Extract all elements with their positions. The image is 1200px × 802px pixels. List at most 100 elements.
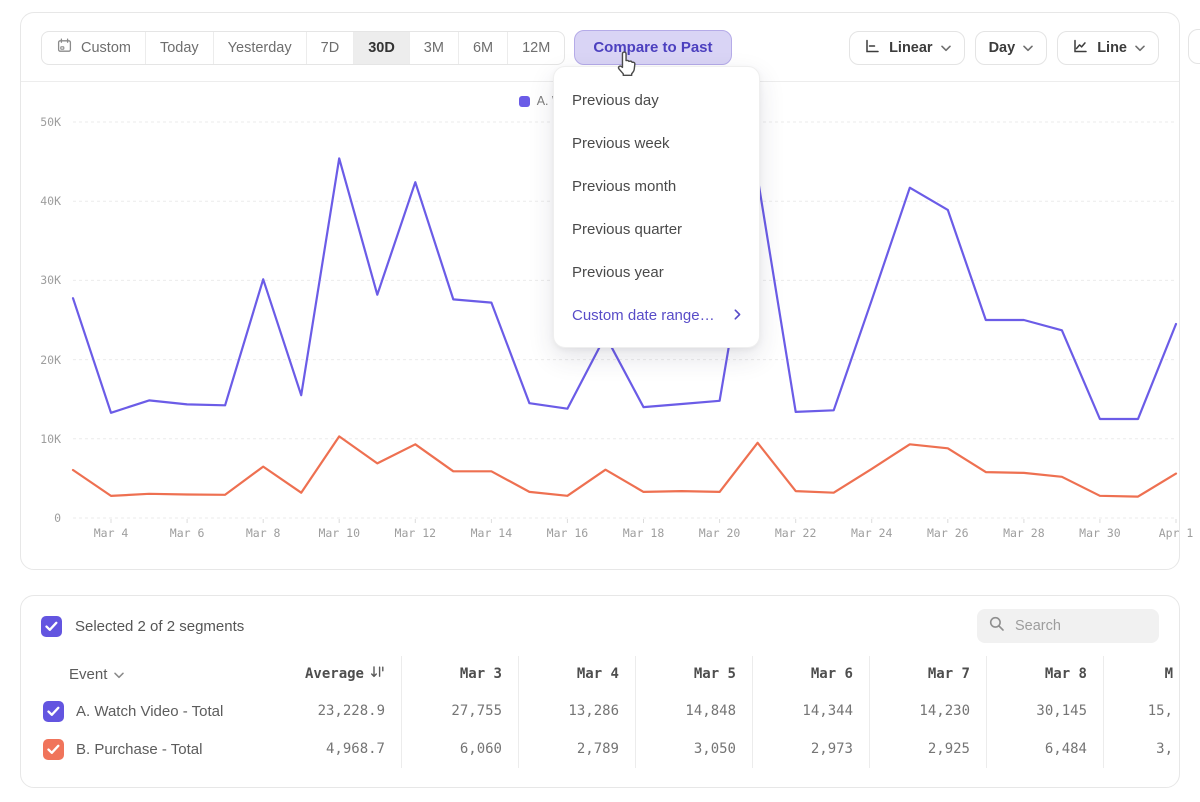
- x-axis-tick-label: Mar 12: [383, 526, 447, 540]
- custom-date-range-label: Custom date range…: [572, 307, 715, 324]
- x-axis-tick-label: Mar 18: [612, 526, 676, 540]
- column-event[interactable]: Event: [41, 656, 284, 692]
- scale-dropdown[interactable]: Linear: [849, 31, 965, 65]
- column-cut[interactable]: M: [1103, 656, 1180, 692]
- value-cell: 4,968.7: [284, 730, 401, 768]
- event-header-label: Event: [69, 666, 107, 683]
- select-all-checkbox[interactable]: [41, 616, 62, 637]
- segment-checkbox[interactable]: [43, 701, 64, 722]
- interval-dropdown[interactable]: Day: [975, 31, 1048, 65]
- x-axis-tick-label: Mar 30: [1068, 526, 1132, 540]
- value-cell-cut: 15,: [1103, 692, 1180, 730]
- segment-label: A. Watch Video - Total: [76, 703, 223, 720]
- interval-label: Day: [989, 40, 1016, 56]
- table-row: A. Watch Video - Total 23,228.927,75513,2…: [41, 692, 1179, 730]
- x-axis-tick-label: Apr 1: [1144, 526, 1200, 540]
- y-axis-tick-label: 20K: [21, 353, 61, 367]
- x-axis-tick-label: Mar 16: [535, 526, 599, 540]
- y-axis-tick-label: 0: [21, 511, 61, 525]
- column-mar6[interactable]: Mar 6: [752, 656, 869, 692]
- x-axis-tick-label: Mar 8: [231, 526, 295, 540]
- segment-label: B. Purchase - Total: [76, 741, 202, 758]
- event-cell: A. Watch Video - Total: [41, 692, 284, 730]
- value-cell: 14,230: [869, 692, 986, 730]
- y-axis-tick-label: 50K: [21, 115, 61, 129]
- date-range-30d[interactable]: 30D: [353, 32, 409, 64]
- menu-item-previous-month[interactable]: Previous month: [554, 165, 759, 208]
- axis-linear-icon: [863, 38, 881, 58]
- column-average[interactable]: Average: [284, 656, 401, 692]
- value-cell-cut: 3,: [1103, 730, 1180, 768]
- segments-header: Selected 2 of 2 segments: [21, 596, 1179, 656]
- menu-item-previous-week[interactable]: Previous week: [554, 122, 759, 165]
- date-range-yesterday[interactable]: Yesterday: [213, 32, 306, 64]
- average-header-label: Average: [305, 666, 364, 682]
- value-cell: 23,228.9: [284, 692, 401, 730]
- value-cell: 3,050: [635, 730, 752, 768]
- x-axis-tick-label: Mar 14: [459, 526, 523, 540]
- date-range-6m[interactable]: 6M: [458, 32, 507, 64]
- date-range-custom[interactable]: Custom: [42, 32, 145, 64]
- x-axis-tick-label: Mar 22: [764, 526, 828, 540]
- scale-label: Linear: [889, 40, 933, 56]
- x-axis-tick-label: Mar 10: [307, 526, 371, 540]
- menu-item-previous-day[interactable]: Previous day: [554, 79, 759, 122]
- menu-item-previous-quarter[interactable]: Previous quarter: [554, 208, 759, 251]
- x-axis-tick-label: Mar 26: [916, 526, 980, 540]
- sort-descending-icon: [370, 665, 385, 683]
- x-axis-tick-label: Mar 24: [840, 526, 904, 540]
- x-axis-tick-label: Mar 4: [79, 526, 143, 540]
- value-cell: 27,755: [401, 692, 518, 730]
- line-chart-icon: [1071, 38, 1089, 58]
- search-input[interactable]: [1015, 618, 1148, 634]
- value-cell: 2,789: [518, 730, 635, 768]
- menu-item-custom-date-range[interactable]: Custom date range…: [554, 294, 759, 337]
- column-mar7[interactable]: Mar 7: [869, 656, 986, 692]
- y-axis-tick-label: 10K: [21, 432, 61, 446]
- date-range-3m[interactable]: 3M: [409, 32, 458, 64]
- date-range-custom-label: Custom: [81, 40, 131, 56]
- value-cell: 2,973: [752, 730, 869, 768]
- clipped-button-sliver: [1188, 29, 1200, 64]
- table-header-row: Event Average Mar 3 Mar 4 Mar 5 Mar 6 Ma…: [41, 656, 1179, 692]
- chart-controls: Linear Day Line: [849, 31, 1159, 65]
- search-box[interactable]: [977, 609, 1159, 643]
- value-cell: 2,925: [869, 730, 986, 768]
- value-cell: 13,286: [518, 692, 635, 730]
- search-icon: [988, 615, 1006, 638]
- x-axis-tick-label: Mar 6: [155, 526, 219, 540]
- y-axis-tick-label: 40K: [21, 194, 61, 208]
- date-range-today[interactable]: Today: [145, 32, 213, 64]
- column-mar8[interactable]: Mar 8: [986, 656, 1103, 692]
- chart-type-dropdown[interactable]: Line: [1057, 31, 1159, 65]
- calendar-icon: [56, 37, 73, 58]
- menu-item-previous-year[interactable]: Previous year: [554, 251, 759, 294]
- x-axis-tick-label: Mar 28: [992, 526, 1056, 540]
- selected-segments-label: Selected 2 of 2 segments: [75, 618, 244, 635]
- chevron-down-icon: [941, 40, 951, 56]
- chevron-down-icon: [1023, 40, 1033, 56]
- column-mar5[interactable]: Mar 5: [635, 656, 752, 692]
- column-mar3[interactable]: Mar 3: [401, 656, 518, 692]
- value-cell: 14,344: [752, 692, 869, 730]
- column-mar4[interactable]: Mar 4: [518, 656, 635, 692]
- date-range-12m[interactable]: 12M: [507, 32, 564, 64]
- value-cell: 6,060: [401, 730, 518, 768]
- event-cell: B. Purchase - Total: [41, 730, 284, 768]
- value-cell: 6,484: [986, 730, 1103, 768]
- segments-table: Event Average Mar 3 Mar 4 Mar 5 Mar 6 Ma…: [21, 656, 1179, 768]
- chevron-down-icon: [114, 666, 124, 683]
- date-range-picker: Custom TodayYesterday7D30D3M6M12M: [41, 31, 565, 65]
- compare-to-past-menu: Previous dayPrevious weekPrevious monthP…: [553, 66, 760, 348]
- date-range-7d[interactable]: 7D: [306, 32, 354, 64]
- y-axis-tick-label: 30K: [21, 273, 61, 287]
- chevron-down-icon: [1135, 40, 1145, 56]
- value-cell: 30,145: [986, 692, 1103, 730]
- segment-checkbox[interactable]: [43, 739, 64, 760]
- x-axis-tick-label: Mar 20: [688, 526, 752, 540]
- legend-swatch: [519, 96, 530, 107]
- table-row: B. Purchase - Total 4,968.76,0602,7893,05…: [41, 730, 1179, 768]
- value-cell: 14,848: [635, 692, 752, 730]
- compare-to-past-button[interactable]: Compare to Past: [574, 30, 731, 65]
- chevron-right-icon: [734, 307, 741, 324]
